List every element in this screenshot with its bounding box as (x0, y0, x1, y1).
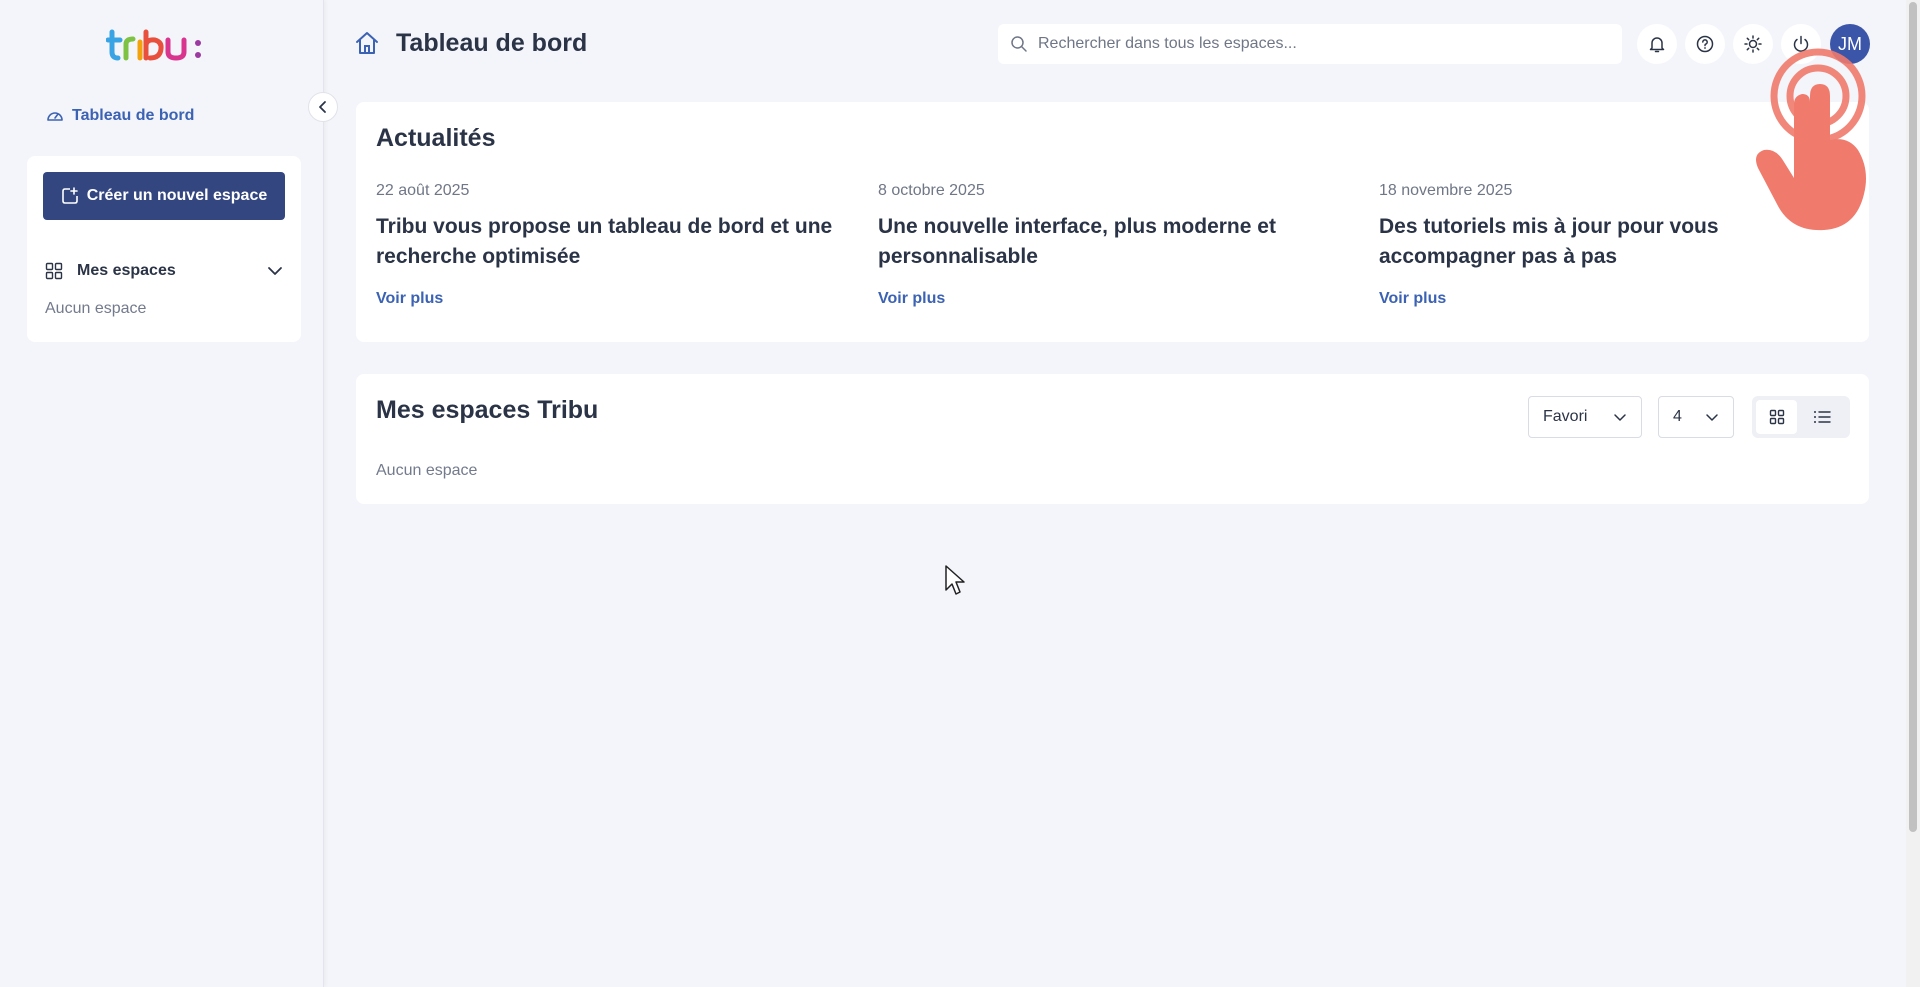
my-spaces-toggle[interactable]: Mes espaces (45, 254, 283, 288)
grid-icon (1769, 409, 1784, 425)
mouse-cursor-icon (945, 565, 965, 595)
news-item: 22 août 2025 Tribu vous propose un table… (376, 182, 846, 308)
grid-view-button[interactable] (1756, 400, 1797, 434)
grid-icon (45, 262, 63, 280)
sort-select[interactable]: Favori (1528, 396, 1642, 438)
my-spaces-label: Mes espaces (77, 262, 176, 279)
tap-hand-icon (1756, 48, 1866, 231)
search-input[interactable] (1038, 35, 1598, 53)
add-square-icon (61, 187, 78, 204)
tribu-logo[interactable] (105, 22, 226, 66)
collapse-sidebar-button[interactable] (308, 92, 338, 122)
news-date: 22 août 2025 (376, 182, 470, 199)
sidebar-empty-text: Aucun espace (45, 300, 147, 317)
create-space-button[interactable]: Créer un nouvel espace (43, 172, 285, 220)
global-search[interactable] (998, 24, 1622, 64)
list-icon (1813, 411, 1831, 423)
news-item: 8 octobre 2025 Une nouvelle interface, p… (878, 182, 1348, 308)
sidebar: Tableau de bord Créer un nouvel espace M… (0, 0, 338, 987)
news-read-more-link[interactable]: Voir plus (376, 290, 443, 308)
sort-select-value: Favori (1543, 408, 1588, 425)
sidebar-spaces-card: Créer un nouvel espace Mes espaces Aucun… (27, 156, 301, 342)
news-headline: Une nouvelle interface, plus moderne et … (878, 215, 1276, 268)
sidebar-item-label: Tableau de bord (72, 107, 195, 124)
news-card: Actualités 22 août 2025 Tribu vous propo… (356, 102, 1869, 342)
page-size-select[interactable]: 4 (1658, 396, 1734, 438)
news-read-more-link[interactable]: Voir plus (1379, 290, 1446, 308)
create-space-label: Créer un nouvel espace (86, 187, 268, 204)
help-button[interactable] (1685, 24, 1725, 64)
notifications-button[interactable] (1637, 24, 1677, 64)
sidebar-item-dashboard[interactable]: Tableau de bord (46, 104, 194, 128)
home-icon (356, 32, 378, 54)
news-title: Actualités (376, 124, 496, 152)
list-view-button[interactable] (1801, 400, 1842, 434)
news-headline: Tribu vous propose un tableau de bord et… (376, 215, 833, 268)
my-spaces-card: Mes espaces Tribu Favori 4 Aucun espace (356, 374, 1869, 504)
chevron-down-icon (1614, 414, 1626, 421)
my-spaces-title: Mes espaces Tribu (376, 396, 599, 424)
gauge-icon (47, 112, 63, 121)
scrollbar-thumb[interactable] (1909, 2, 1917, 832)
bell-icon (1649, 37, 1665, 53)
news-date: 8 octobre 2025 (878, 182, 985, 199)
chevron-down-icon (1706, 414, 1718, 421)
page-title-text: Tableau de bord (396, 28, 588, 57)
news-read-more-link[interactable]: Voir plus (878, 290, 945, 308)
page-size-value: 4 (1673, 408, 1682, 425)
search-icon (1011, 36, 1027, 52)
spaces-empty-text: Aucun espace (376, 462, 478, 479)
chevron-down-icon (268, 267, 282, 275)
page-title: Tableau de bord (354, 26, 587, 60)
help-icon (1696, 35, 1714, 53)
page-scrollbar[interactable] (1906, 0, 1920, 987)
chevron-left-icon (319, 101, 326, 113)
view-mode-toggle (1752, 396, 1850, 438)
